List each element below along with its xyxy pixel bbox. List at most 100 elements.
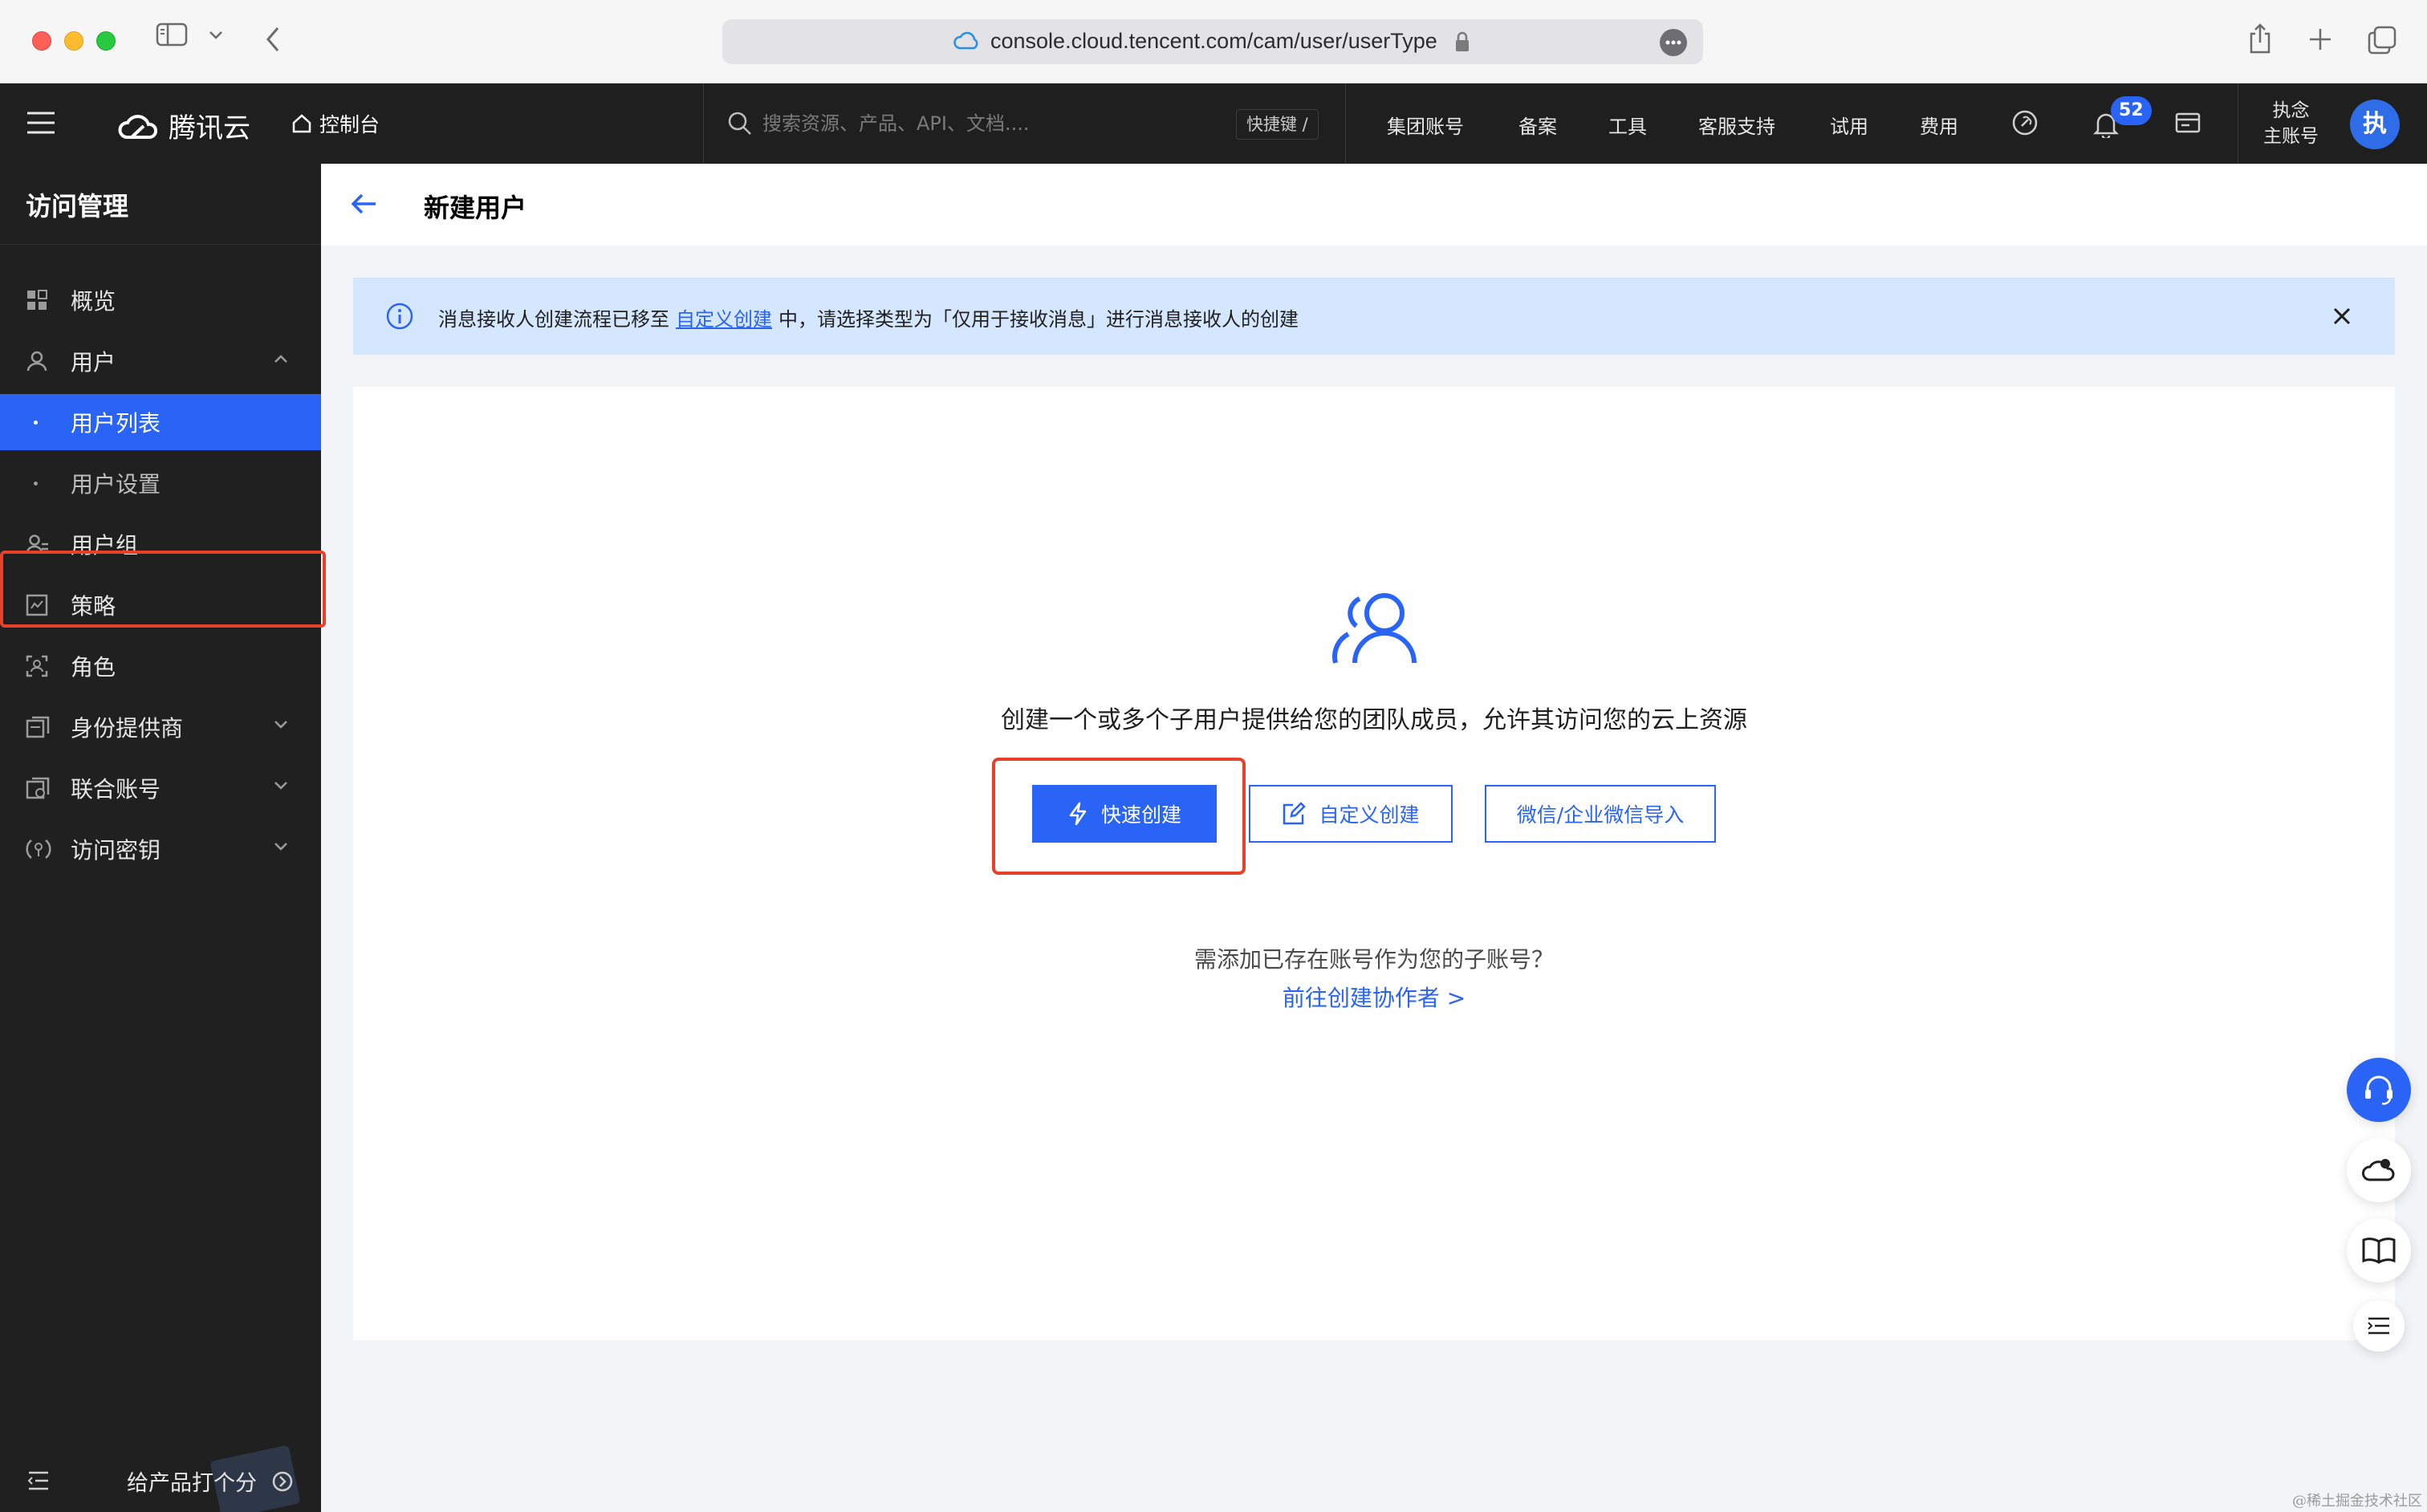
nav-link-group-account[interactable]: 集团账号 — [1387, 111, 1464, 139]
sidebar-item-role[interactable]: 角色 — [0, 638, 321, 694]
share-icon[interactable] — [2247, 22, 2273, 55]
role-icon — [26, 655, 48, 677]
notice-text-after: 中，请选择类型为「仅用于接收消息」进行消息接收人的创建 — [779, 308, 1299, 331]
create-collaborator-link[interactable]: 前往创建协作者 > — [353, 981, 2395, 1013]
wechat-import-label: 微信/企业微信导入 — [1516, 803, 1685, 827]
sidebar-item-label: 用户 — [71, 349, 116, 376]
highlight-box — [0, 551, 326, 628]
notification-badge: 52 — [2111, 96, 2152, 125]
sidebar-item-user[interactable]: 用户 — [0, 333, 321, 389]
sidebar-item-overview[interactable]: 概览 — [0, 272, 321, 328]
tab-overview-icon[interactable] — [2368, 26, 2397, 55]
sidebar-title: 访问管理 — [26, 191, 129, 222]
sidebar-toggle-icon[interactable] — [156, 22, 188, 47]
nav-link-tools[interactable]: 工具 — [1608, 111, 1647, 139]
page-title: 新建用户 — [424, 193, 527, 223]
chevron-down-icon — [273, 780, 289, 791]
sidebar-item-label: 用户列表 — [71, 410, 161, 437]
identity-provider-icon — [26, 716, 50, 738]
avatar[interactable]: 执 — [2350, 100, 2400, 149]
custom-create-link[interactable]: 自定义创建 — [676, 303, 772, 331]
more-options-icon[interactable] — [1660, 29, 1687, 56]
wechat-import-button[interactable]: 微信/企业微信导入 — [1485, 785, 1716, 843]
chevron-right-circle-icon[interactable] — [271, 1470, 294, 1493]
console-link[interactable]: 控制台 — [291, 109, 380, 138]
sidebar-item-label: 用户设置 — [71, 471, 161, 498]
sidebar-footer: 给产品打个分 — [0, 1445, 321, 1512]
sidebar-item-label: 角色 — [71, 654, 116, 681]
sidebar-item-label: 身份提供商 — [71, 715, 184, 742]
home-icon — [291, 112, 313, 135]
back-arrow-icon[interactable] — [350, 191, 379, 217]
top-navigation: 腾讯云 控制台 快捷键 / 集团账号 备案 工具 客服支持 试用 费用 52 执… — [0, 83, 2427, 164]
collaborator-hint: 需添加已存在账号作为您的子账号？ — [1193, 946, 1554, 973]
chevron-down-icon[interactable] — [209, 30, 223, 40]
access-key-icon — [26, 838, 51, 860]
watermark: @稀土掘金技术社区 — [2292, 1493, 2422, 1510]
account-menu[interactable]: 执念 主账号 — [2263, 98, 2319, 149]
highlight-box — [992, 758, 1246, 875]
back-nav-icon[interactable] — [265, 26, 281, 53]
close-window-button[interactable] — [32, 31, 51, 51]
chevron-down-icon — [273, 719, 289, 730]
console-label: 控制台 — [319, 113, 380, 136]
collapse-sidebar-icon[interactable] — [27, 1470, 50, 1491]
new-tab-icon[interactable] — [2308, 27, 2332, 51]
customer-service-button[interactable] — [2347, 1058, 2411, 1122]
user-icon — [26, 350, 48, 372]
cloud-chat-icon — [2361, 1154, 2397, 1186]
brand-logo[interactable]: 腾讯云 — [117, 106, 250, 145]
account-role: 主账号 — [2263, 126, 2319, 147]
chevron-down-icon — [273, 841, 289, 852]
sidebar-item-user-list[interactable]: 用户列表 — [0, 394, 321, 450]
sidebar-item-access-key[interactable]: 访问密钥 — [0, 821, 321, 877]
rate-product-link[interactable]: 给产品打个分 — [127, 1465, 257, 1497]
custom-create-label: 自定义创建 — [1319, 803, 1420, 827]
page-header: 新建用户 — [321, 164, 2427, 246]
menu-icon[interactable] — [26, 111, 56, 135]
brand-name: 腾讯云 — [169, 112, 250, 144]
workorder-icon[interactable] — [2175, 112, 2201, 136]
shortcut-hint: 快捷键 / — [1236, 109, 1319, 140]
info-notice: 消息接收人创建流程已移至 自定义创建 中，请选择类型为「仅用于接收消息」进行消息… — [353, 278, 2395, 355]
sidebar-item-label: 联合账号 — [71, 776, 161, 803]
nav-link-support[interactable]: 客服支持 — [1698, 111, 1775, 139]
sidebar-item-user-settings[interactable]: 用户设置 — [0, 455, 321, 511]
zoom-window-button[interactable] — [96, 31, 116, 51]
sidebar-item-identity-provider[interactable]: 身份提供商 — [0, 699, 321, 755]
outline-button[interactable] — [2353, 1300, 2405, 1351]
sidebar-item-federated-account[interactable]: 联合账号 — [0, 760, 321, 816]
nav-link-filing[interactable]: 备案 — [1518, 111, 1557, 139]
edit-icon — [1282, 802, 1307, 826]
list-icon — [2367, 1315, 2391, 1336]
sidebar-item-label: 访问密钥 — [71, 837, 161, 864]
account-name: 执念 — [2272, 100, 2310, 121]
chevron-up-icon — [273, 353, 289, 364]
documentation-button[interactable] — [2347, 1218, 2411, 1282]
info-icon — [385, 302, 414, 331]
nav-link-billing[interactable]: 费用 — [1920, 111, 1958, 139]
users-icon — [1331, 589, 1424, 669]
card-description: 创建一个或多个子用户提供给您的团队成员，允许其访问您的云上资源 — [1001, 706, 1747, 734]
address-bar[interactable]: console.cloud.tencent.com/cam/user/userT… — [722, 19, 1703, 64]
grid-icon — [26, 289, 48, 311]
nav-divider — [1345, 83, 1346, 164]
custom-create-button[interactable]: 自定义创建 — [1249, 785, 1453, 843]
book-icon — [2361, 1235, 2397, 1266]
lock-icon — [1454, 30, 1470, 53]
browser-toolbar: console.cloud.tencent.com/cam/user/userT… — [0, 0, 2427, 83]
headset-icon — [2361, 1072, 2397, 1108]
sidebar: 访问管理 概览 用户 用户列表 用户设置 用户组 策略 角色 身份提供商 联合账… — [0, 164, 326, 1512]
federated-account-icon — [26, 777, 50, 799]
bullet-icon — [34, 421, 38, 425]
nav-link-trial[interactable]: 试用 — [1830, 111, 1868, 139]
link-icon[interactable] — [2011, 109, 2039, 136]
tencent-cloud-icon — [117, 111, 161, 141]
create-user-card: 创建一个或多个子用户提供给您的团队成员，允许其访问您的云上资源 快速创建 自定义… — [353, 387, 2395, 1340]
close-icon[interactable] — [2329, 303, 2355, 329]
minimize-window-button[interactable] — [64, 31, 83, 51]
notice-text-before: 消息接收人创建流程已移至 — [438, 308, 669, 331]
cloud-assistant-button[interactable] — [2347, 1138, 2411, 1202]
sidebar-divider — [0, 244, 321, 245]
search-input[interactable] — [762, 106, 1212, 141]
